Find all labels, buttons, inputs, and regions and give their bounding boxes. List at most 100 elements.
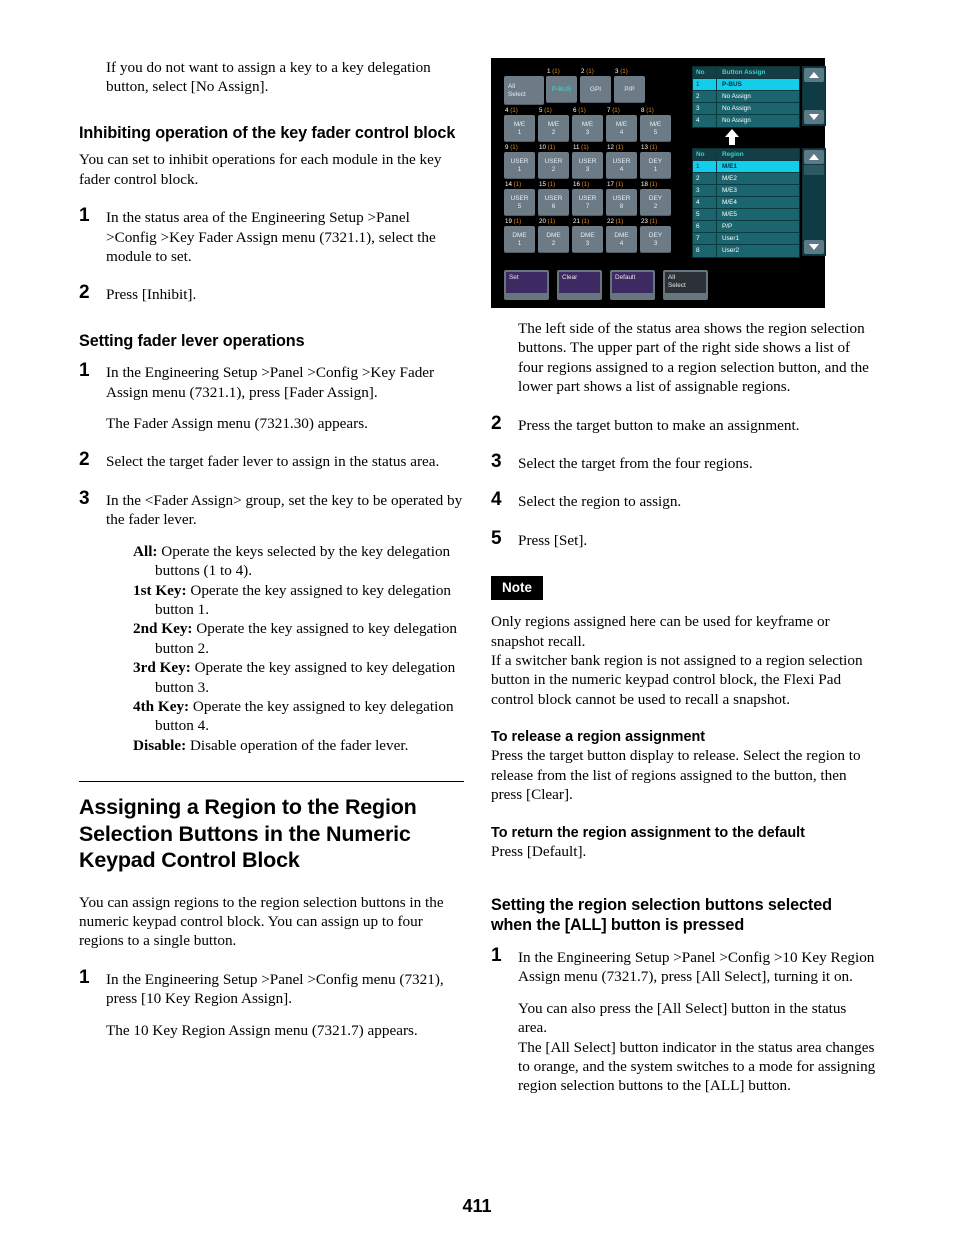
- region-button-4[interactable]: M/E 1: [504, 115, 535, 142]
- button-label-line1: DEY: [648, 232, 663, 240]
- step-fader-2: 2 Select the target fader lever to assig…: [79, 449, 464, 471]
- table-row[interactable]: 4 M/E4: [693, 197, 799, 209]
- all-select-action-button[interactable]: All Select: [663, 270, 708, 300]
- clear-button[interactable]: Clear: [557, 270, 602, 300]
- column-header-no: No: [693, 149, 717, 160]
- button-label-line2: 1: [653, 165, 658, 173]
- row-number: 7: [693, 233, 717, 244]
- table-header-row: No Button Assign: [693, 67, 799, 79]
- region-scrollbar[interactable]: [802, 148, 826, 256]
- table-row[interactable]: 8 User2: [693, 245, 799, 257]
- step-text: Select the target fader lever to assign …: [106, 453, 440, 471]
- row-value: No Assign: [722, 105, 751, 112]
- region-button-1[interactable]: P-BUS: [546, 76, 577, 103]
- region-button-13[interactable]: DEY 1: [640, 152, 671, 179]
- table-row[interactable]: 6 P/P: [693, 221, 799, 233]
- default-button[interactable]: Default: [610, 270, 655, 300]
- scroll-up-button[interactable]: [804, 68, 824, 82]
- definition-desc: Operate the key assigned to key delegati…: [155, 697, 454, 735]
- button-label-line2: 5: [653, 128, 658, 136]
- button-row: 19 (1) DME 1 20 (1) DME 2 21 (1) DME 3 22: [504, 218, 676, 253]
- table-row[interactable]: 5 M/E5: [693, 209, 799, 221]
- region-button-3[interactable]: P/P: [614, 76, 645, 103]
- region-button-10[interactable]: USER 2: [538, 152, 569, 179]
- step-number: 1: [79, 966, 90, 988]
- button-label-line2: 6: [551, 202, 556, 210]
- row-value: No Assign: [722, 117, 751, 124]
- region-button-11[interactable]: USER 3: [572, 152, 603, 179]
- button-label-line1: M/E: [513, 121, 526, 129]
- row-value: User1: [722, 235, 740, 242]
- region-button-21[interactable]: DME 3: [572, 226, 603, 253]
- figure-caption: The left side of the status area shows t…: [518, 320, 869, 396]
- region-button-18[interactable]: DEY 2: [640, 189, 671, 216]
- definition-item: 4th Key: Operate the key assigned to key…: [133, 697, 464, 736]
- button-label-line1: DME: [512, 232, 527, 240]
- region-button-12[interactable]: USER 4: [606, 152, 637, 179]
- button-caption: 8 (1): [641, 107, 654, 114]
- button-label-line2: 7: [585, 202, 590, 210]
- left-column: If you do not want to assign a key to a …: [79, 58, 464, 1040]
- row-value: P/P: [722, 223, 733, 230]
- definition-desc: Operate the key assigned to key delegati…: [155, 620, 457, 657]
- definition-term: Disable:: [133, 736, 187, 754]
- table-row[interactable]: 3 No Assign: [693, 103, 799, 115]
- region-button-23[interactable]: DEY 3: [640, 226, 671, 253]
- scroll-up-button[interactable]: [804, 150, 824, 164]
- panel-action-buttons: Set Clear Default All Select: [504, 270, 708, 300]
- region-button-20[interactable]: DME 2: [538, 226, 569, 253]
- scroll-down-button[interactable]: [804, 240, 824, 254]
- region-list: No Region 1 M/E1 2 M/E2 3 M/E3 4 M/E4 5 …: [692, 148, 826, 258]
- step-note: The Fader Assign menu (7321.30) appears.: [106, 415, 368, 433]
- button-label-line2: 2: [653, 202, 658, 210]
- table-row[interactable]: 7 User1: [693, 233, 799, 245]
- row-number: 8: [693, 245, 717, 257]
- all-select-button[interactable]: All Select: [504, 76, 544, 105]
- step-note: You can also press the [All Select] butt…: [518, 999, 876, 1095]
- button-label-line1: USER: [612, 195, 631, 203]
- region-selection-button-grid: All Select 1 (1) P-BUS 2 (1) GPI 3 (1) P…: [504, 68, 676, 255]
- button-label-line1: DME: [546, 232, 561, 240]
- button-row: All Select 1 (1) P-BUS 2 (1) GPI 3 (1) P…: [504, 68, 676, 105]
- all-select-line2: Select: [508, 90, 526, 98]
- button-label-line2: 3: [585, 128, 590, 136]
- region-button-16[interactable]: USER 7: [572, 189, 603, 216]
- region-button-9[interactable]: USER 1: [504, 152, 535, 179]
- table-row[interactable]: 3 M/E3: [693, 185, 799, 197]
- table-row[interactable]: 4 No Assign: [693, 115, 799, 127]
- region-button-22[interactable]: DME 4: [606, 226, 637, 253]
- button-label-line2: 2: [551, 165, 556, 173]
- button-label-line1: USER: [544, 195, 563, 203]
- step-inhibit-1: 1 In the status area of the Engineering …: [79, 205, 464, 266]
- table-row[interactable]: 1 P-BUS: [693, 79, 799, 91]
- button-cell: 23 (1) DEY 3: [640, 218, 672, 253]
- release-body: Press the target button display to relea…: [491, 747, 861, 804]
- region-button-17[interactable]: USER 8: [606, 189, 637, 216]
- region-button-14[interactable]: USER 5: [504, 189, 535, 216]
- scroll-down-button[interactable]: [804, 110, 824, 124]
- scroll-thumb[interactable]: [804, 165, 824, 175]
- right-column: All Select 1 (1) P-BUS 2 (1) GPI 3 (1) P…: [491, 58, 876, 1096]
- region-button-7[interactable]: M/E 4: [606, 115, 637, 142]
- button-assign-scrollbar[interactable]: [802, 66, 826, 126]
- definition-desc: Operate the key assigned to key delegati…: [155, 581, 452, 618]
- button-caption: 10 (1): [539, 144, 556, 151]
- step-number: 2: [79, 282, 90, 304]
- definition-term: 3rd Key:: [133, 659, 191, 677]
- table-row[interactable]: 2 No Assign: [693, 91, 799, 103]
- region-button-6[interactable]: M/E 3: [572, 115, 603, 142]
- button-caption: 11 (1): [573, 144, 589, 151]
- region-button-19[interactable]: DME 1: [504, 226, 535, 253]
- region-button-2[interactable]: GPI: [580, 76, 611, 103]
- region-button-5[interactable]: M/E 2: [538, 115, 569, 142]
- definition-term: 4th Key:: [133, 697, 190, 715]
- region-button-8[interactable]: M/E 5: [640, 115, 671, 142]
- button-cell: 2 (1) GPI: [580, 68, 612, 105]
- table-row[interactable]: 2 M/E2: [693, 173, 799, 185]
- set-button[interactable]: Set: [504, 270, 549, 300]
- scroll-track[interactable]: [804, 82, 824, 110]
- region-button-15[interactable]: USER 6: [538, 189, 569, 216]
- heading-setting-region-selection-buttons: Setting the region selection buttons sel…: [491, 895, 832, 935]
- button-caption: 22 (1): [607, 218, 624, 225]
- table-row[interactable]: 1 M/E1: [693, 161, 799, 173]
